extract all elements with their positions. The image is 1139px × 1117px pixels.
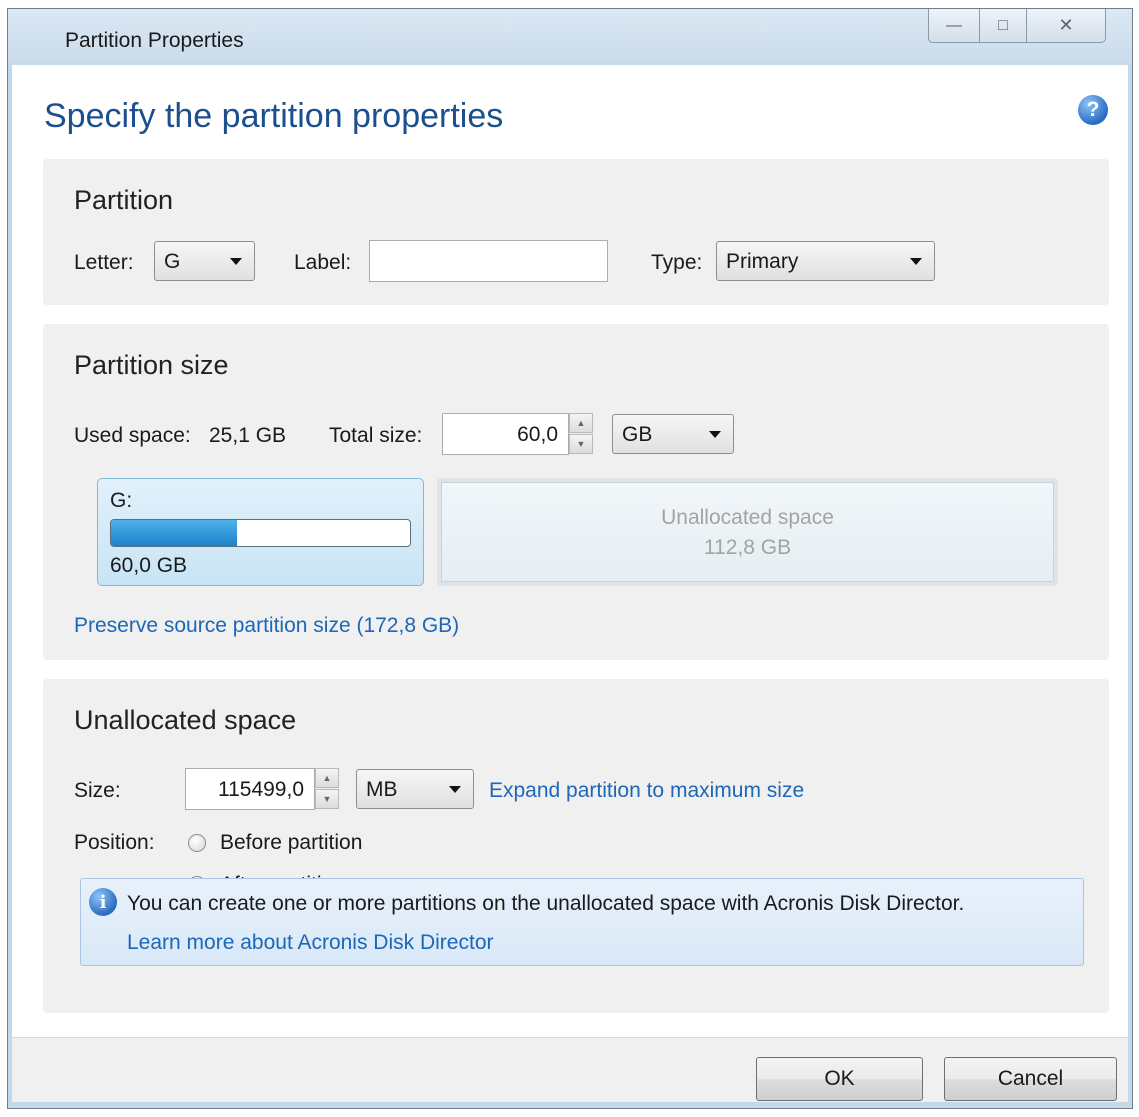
position-label: Position: xyxy=(74,831,155,854)
spin-down-icon[interactable]: ▼ xyxy=(315,789,339,809)
spin-up-icon[interactable]: ▲ xyxy=(315,768,339,788)
type-select-value: Primary xyxy=(726,250,799,273)
close-button[interactable]: ✕ xyxy=(1026,9,1106,43)
dialog-content: Specify the partition properties ? Parti… xyxy=(12,65,1128,1102)
window-title: Partition Properties xyxy=(65,29,244,52)
total-size-label: Total size: xyxy=(329,424,423,447)
dialog-footer: OK Cancel xyxy=(12,1037,1128,1102)
used-space-label: Used space: xyxy=(74,424,191,447)
expand-partition-link[interactable]: Expand partition to maximum size xyxy=(489,779,804,803)
partition-size-section[interactable]: Partition size Used space: 25,1 GB Total… xyxy=(43,324,1109,660)
unallocated-unit-select[interactable]: MB xyxy=(356,769,474,809)
page-title: Specify the partition properties xyxy=(44,97,504,135)
total-size-unit-select[interactable]: GB xyxy=(612,414,734,454)
partition-block-size: 60,0 GB xyxy=(110,554,188,577)
type-label: Type: xyxy=(651,251,703,274)
chevron-down-icon xyxy=(449,786,461,793)
info-text: You can create one or more partitions on… xyxy=(127,892,965,915)
total-size-value: 60,0 xyxy=(517,423,558,446)
unallocated-space-block[interactable]: Unallocated space 112,8 GB xyxy=(437,478,1058,586)
partition-properties-window: Partition Properties — □ ✕ Specify the p… xyxy=(7,8,1133,1109)
chevron-down-icon xyxy=(709,431,721,438)
chevron-down-icon xyxy=(910,258,922,265)
minimize-button[interactable]: — xyxy=(928,9,980,43)
label-input[interactable] xyxy=(369,240,608,282)
unallocated-size-input[interactable]: 115499,0 xyxy=(185,768,315,810)
ok-button[interactable]: OK xyxy=(756,1057,923,1101)
spin-down-icon[interactable]: ▼ xyxy=(569,434,593,454)
partition-block[interactable]: G: 60,0 GB xyxy=(97,478,424,586)
unallocated-section-title: Unallocated space xyxy=(74,705,297,735)
maximize-button[interactable]: □ xyxy=(979,9,1027,43)
learn-more-link[interactable]: Learn more about Acronis Disk Director xyxy=(127,931,494,955)
title-bar[interactable]: Partition Properties — □ ✕ xyxy=(8,9,1132,65)
type-select[interactable]: Primary xyxy=(716,241,935,281)
help-icon[interactable]: ? xyxy=(1078,95,1108,125)
unallocated-block-label: Unallocated space xyxy=(661,506,834,529)
preserve-size-link[interactable]: Preserve source partition size (172,8 GB… xyxy=(74,614,459,638)
letter-select[interactable]: G xyxy=(154,241,255,281)
info-box: i You can create one or more partitions … xyxy=(80,878,1084,966)
spin-up-icon[interactable]: ▲ xyxy=(569,413,593,433)
used-space-bar-fill xyxy=(111,520,237,546)
used-space-bar xyxy=(110,519,411,547)
partition-size-section-title: Partition size xyxy=(74,350,229,380)
before-partition-label[interactable]: Before partition xyxy=(220,831,362,855)
total-size-unit-value: GB xyxy=(622,423,653,446)
unallocated-unit-value: MB xyxy=(366,778,398,801)
partition-section: Partition Letter: G Label: Type: Primary xyxy=(43,159,1109,305)
total-size-input[interactable]: 60,0 xyxy=(442,413,569,455)
label-label: Label: xyxy=(294,251,352,274)
used-space-value: 25,1 GB xyxy=(209,424,287,447)
total-size-spinner[interactable]: ▲ ▼ xyxy=(569,413,593,455)
unallocated-block-size: 112,8 GB xyxy=(703,536,792,559)
letter-select-value: G xyxy=(164,250,181,273)
cancel-button[interactable]: Cancel xyxy=(944,1057,1117,1101)
unallocated-size-spinner[interactable]: ▲ ▼ xyxy=(315,768,339,810)
before-partition-radio[interactable] xyxy=(188,834,206,852)
letter-label: Letter: xyxy=(74,251,134,274)
info-icon: i xyxy=(89,888,117,916)
partition-section-title: Partition xyxy=(74,185,174,215)
chevron-down-icon xyxy=(230,258,242,265)
size-label: Size: xyxy=(74,779,121,802)
partition-block-letter: G: xyxy=(110,489,133,512)
unallocated-size-value: 115499,0 xyxy=(217,778,304,801)
